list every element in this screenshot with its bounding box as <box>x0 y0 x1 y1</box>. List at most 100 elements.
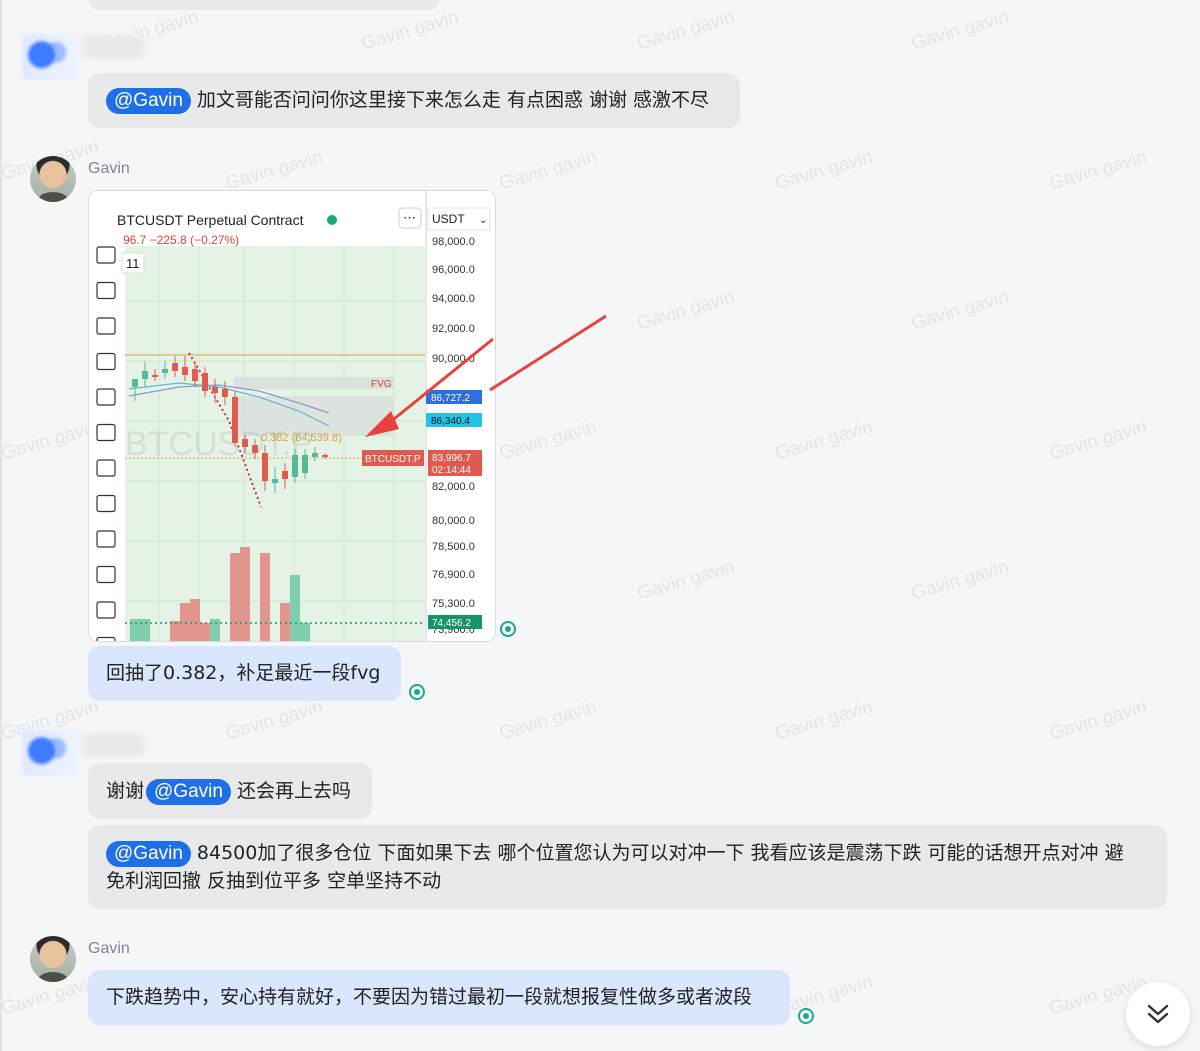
gavin-avatar[interactable] <box>30 936 76 982</box>
candle-body <box>292 455 298 477</box>
gavin-avatar[interactable] <box>30 156 76 202</box>
mention-tag[interactable]: @Gavin <box>106 88 191 114</box>
watermark-text: Gavin gavin <box>496 416 600 465</box>
watermark-text: Gavin gavin <box>358 6 462 55</box>
volume-bar <box>280 603 290 641</box>
candle-body <box>192 369 198 381</box>
watermark-text: Gavin gavin <box>634 556 738 605</box>
volume-bar <box>170 621 180 641</box>
message-bubble[interactable]: 谢谢 @Gavin 还会再上去吗 <box>88 763 372 819</box>
chart-canvas: BTCUSDT Perpetual Contract 96.7 −225.8 (−… <box>89 191 495 641</box>
candle-body <box>252 445 258 453</box>
price-tag-red-text: 83,996.7 <box>432 453 471 464</box>
price-tag-blue-text: 86,727.2 <box>431 393 470 404</box>
ellipsis-glyph: ⋯ <box>403 210 416 225</box>
sender-name: Gavin <box>88 940 130 957</box>
watermark-text: Gavin gavin <box>222 696 326 745</box>
price-tick-label: 75,300.0 <box>432 598 475 610</box>
volume-bar <box>290 575 300 641</box>
countdown-text: 02:14:44 <box>432 465 471 476</box>
sender-name-redacted <box>82 36 144 58</box>
message-bubble[interactable]: 回抽了0.382，补足最近一段fvg <box>88 646 401 701</box>
candle-body <box>162 369 168 373</box>
volume-bar <box>240 547 250 641</box>
candle-body <box>202 373 208 391</box>
double-chevron-down-icon <box>1147 1004 1169 1024</box>
watermark-text: Gavin gavin <box>496 696 600 745</box>
watermark-text: Gavin gavin <box>908 6 1012 55</box>
volume-bar <box>300 623 310 641</box>
candle-body <box>142 371 148 379</box>
interval-label: 11 <box>126 256 140 271</box>
message-text: 下跌趋势中，安心持有就好，不要因为错过最初一段就想报复性做多或者波段 <box>106 986 753 1008</box>
volume-bar <box>260 553 270 641</box>
message-line-2: 免利润回撤 反抽到位平多 空单坚持不动 <box>106 870 442 892</box>
message-bubble[interactable]: @Gavin 加文哥能否问问你这里接下来怎么走 有点困惑 谢谢 感激不尽 <box>88 73 740 128</box>
fvg-label: FVG <box>371 379 392 390</box>
read-receipt-icon <box>500 621 516 637</box>
volume-bar <box>230 553 240 641</box>
scroll-to-bottom-button[interactable] <box>1126 982 1190 1046</box>
message-bubble[interactable]: @Gavin 84500加了很多仓位 下面如果下去 哪个位置您认为可以对冲一下 我… <box>88 825 1167 909</box>
price-tag-cyan-text: 86,340.4 <box>431 416 470 427</box>
candle-body <box>272 479 278 483</box>
watermark-text: Gavin gavin <box>0 416 102 465</box>
watermark-text: Gavin gavin <box>1046 416 1150 465</box>
price-change: 96.7 −225.8 (−0.27%) <box>123 233 239 247</box>
candle-body <box>242 439 248 447</box>
message-text: 加文哥能否问问你这里接下来怎么走 有点困惑 谢谢 感激不尽 <box>196 89 710 111</box>
message-prefix: 谢谢 <box>106 780 145 802</box>
price-tick-label: 96,000.0 <box>432 264 475 276</box>
candle-body <box>222 389 228 397</box>
price-tick-label: 94,000.0 <box>432 293 475 305</box>
chart-screenshot-image[interactable]: BTCUSDT Perpetual Contract 96.7 −225.8 (−… <box>88 190 496 642</box>
fvg-box <box>234 377 394 389</box>
message-text: 84500加了很多仓位 下面如果下去 哪个位置您认为可以对冲一下 我看应该是震荡… <box>196 842 1124 864</box>
watermark-text: Gavin gavin <box>772 416 876 465</box>
volume-bar <box>200 623 210 641</box>
volume-bar <box>190 599 200 641</box>
watermark-text: Gavin gavin <box>1046 146 1150 195</box>
message-text: 回抽了0.382，补足最近一段fvg <box>106 662 381 684</box>
watermark-text: Gavin gavin <box>1046 696 1150 745</box>
symbol-watermark: BTCUSDT.P <box>125 425 314 463</box>
annotation-arrow-tail <box>489 314 607 392</box>
mention-tag[interactable]: @Gavin <box>146 779 231 805</box>
candle-body <box>312 453 318 457</box>
live-status-dot <box>327 215 337 225</box>
candle-body <box>282 471 288 479</box>
previous-message-bubble <box>88 0 440 10</box>
candle-body <box>302 455 308 473</box>
sender-name-redacted <box>82 734 144 756</box>
watermark-text: Gavin gavin <box>772 146 876 195</box>
candle-body <box>232 397 238 443</box>
watermark-text: Gavin gavin <box>908 556 1012 605</box>
mention-tag[interactable]: @Gavin <box>106 841 191 867</box>
candle-body <box>152 375 158 377</box>
currency-label: USDT <box>432 212 465 226</box>
watermark-text: Gavin gavin <box>634 6 738 55</box>
price-tick-label: 82,000.0 <box>432 481 475 493</box>
price-tick-label: 98,000.0 <box>432 236 475 248</box>
user-avatar[interactable] <box>22 34 78 80</box>
message-line-1: @Gavin 84500加了很多仓位 下面如果下去 哪个位置您认为可以对冲一下 我… <box>106 839 1149 867</box>
left-border <box>0 0 2 1051</box>
price-tick-label: 92,000.0 <box>432 323 475 335</box>
watermark-text: Gavin gavin <box>634 286 738 335</box>
watermark-text: Gavin gavin <box>222 146 326 195</box>
candle-body <box>322 455 328 457</box>
watermark-text: Gavin gavin <box>772 696 876 745</box>
user-avatar[interactable] <box>22 730 78 776</box>
chart-title: BTCUSDT Perpetual Contract <box>117 212 304 228</box>
price-tick-label: 78,500.0 <box>432 541 475 553</box>
candle-body <box>262 453 268 481</box>
candle-body <box>212 387 218 393</box>
candle-body <box>132 379 138 387</box>
message-bubble[interactable]: 下跌趋势中，安心持有就好，不要因为错过最初一段就想报复性做多或者波段 <box>88 970 790 1025</box>
candle-body <box>182 367 188 375</box>
chevron-down-icon: ⌄ <box>479 215 487 226</box>
read-receipt-icon <box>409 684 425 700</box>
symbol-tag-text: BTCUSDT.P <box>365 454 421 465</box>
watermark-text: Gavin gavin <box>908 286 1012 335</box>
price-tag-green-text: 74,456.2 <box>432 618 471 629</box>
